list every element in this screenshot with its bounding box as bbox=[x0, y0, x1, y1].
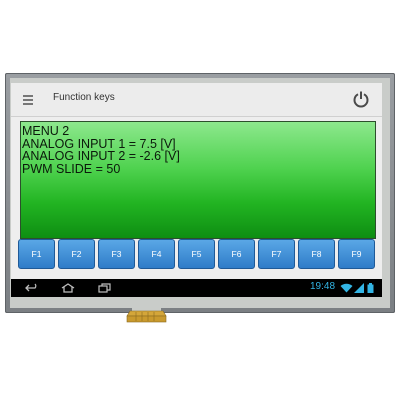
recent-apps-icon[interactable] bbox=[98, 283, 112, 293]
f4-button[interactable]: F4 bbox=[138, 239, 175, 269]
system-nav-bar: 19:48 bbox=[11, 279, 382, 297]
f2-button[interactable]: F2 bbox=[58, 239, 95, 269]
wifi-icon bbox=[340, 283, 353, 293]
f9-button[interactable]: F9 bbox=[338, 239, 375, 269]
back-icon[interactable] bbox=[25, 283, 39, 293]
status-time: 19:48 bbox=[310, 281, 336, 292]
battery-icon bbox=[367, 283, 374, 293]
menu-label: MENU 2 bbox=[22, 124, 70, 138]
function-key-bar: F1 F2 F3 F4 F5 F6 F7 F8 F9 bbox=[18, 239, 376, 270]
f5-button[interactable]: F5 bbox=[178, 239, 215, 269]
home-icon[interactable] bbox=[61, 283, 75, 293]
status-display: MENU 2 ANALOG INPUT 1 = 7.5 [V] ANALOG I… bbox=[20, 121, 376, 239]
analog-input-2-readout: ANALOG INPUT 2 = -2.6 [V] bbox=[22, 149, 180, 163]
f7-button[interactable]: F7 bbox=[258, 239, 295, 269]
pwm-slide-readout: PWM SLIDE = 50 bbox=[22, 161, 121, 176]
f8-button[interactable]: F8 bbox=[298, 239, 335, 269]
signal-icon bbox=[354, 283, 364, 293]
action-bar: Function keys bbox=[11, 83, 382, 117]
f6-button[interactable]: F6 bbox=[218, 239, 255, 269]
menu-icon[interactable] bbox=[23, 95, 33, 105]
flex-connector bbox=[126, 305, 167, 323]
f1-button[interactable]: F1 bbox=[18, 239, 55, 269]
window-title: Function keys bbox=[53, 92, 115, 103]
device-screen: Function keys MENU 2 ANALOG INPUT 1 = 7.… bbox=[11, 83, 382, 297]
f3-button[interactable]: F3 bbox=[98, 239, 135, 269]
power-icon[interactable] bbox=[352, 90, 370, 108]
